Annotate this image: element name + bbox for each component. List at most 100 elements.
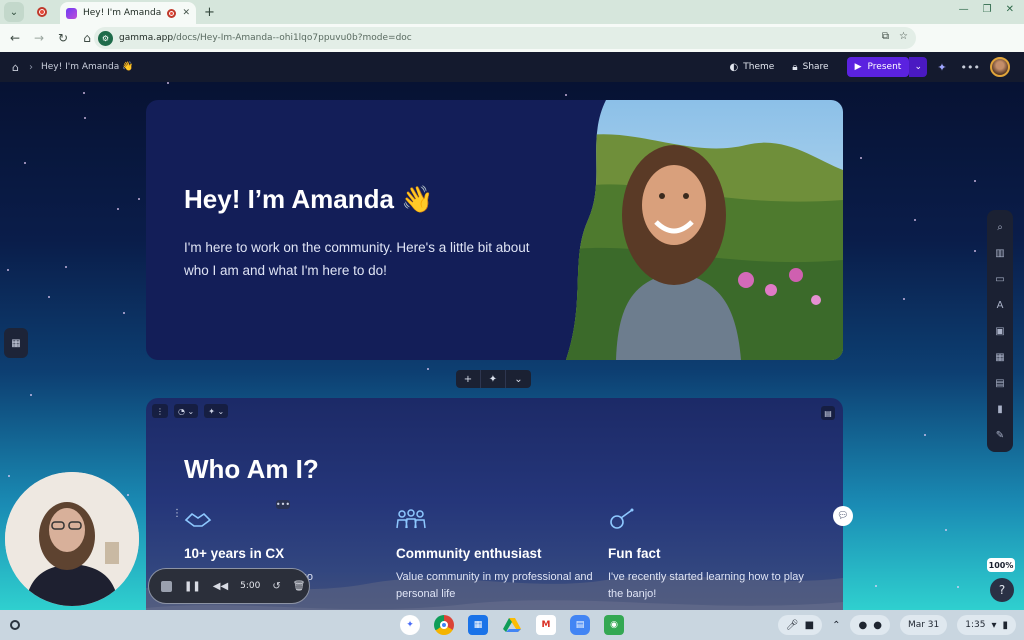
browser-tabstrip: ⌄ Hey! I'm Amanda 👋 ✕ + — ❐ ✕: [0, 0, 1024, 24]
cast-icon[interactable]: ⧉: [882, 31, 889, 42]
site-info-icon[interactable]: ⚙: [98, 30, 113, 46]
launcher-icon[interactable]: [10, 620, 20, 630]
reload-icon[interactable]: ↻: [52, 31, 74, 45]
star-dot: [84, 117, 86, 119]
media-tray[interactable]: 🎤︎ ■: [777, 615, 823, 635]
battery-icon: ▮: [1002, 619, 1008, 631]
chart-icon[interactable]: ▮: [992, 400, 1008, 418]
recording-timer: 5:00: [240, 581, 261, 591]
pinned-apps: ✦ ▦ M ▤ ◉: [400, 615, 624, 635]
star-dot: [427, 368, 429, 370]
webcam-bubble[interactable]: [5, 472, 139, 606]
block-drag-icon[interactable]: ⋮: [172, 508, 182, 519]
insert-rail: ⌕ ▥ ▭ A ▣ ▦ ▤ ▮ ✎: [987, 210, 1013, 452]
block-more-icon[interactable]: •••: [276, 500, 290, 509]
clock-pill[interactable]: 1:35 ▾ ▮: [957, 615, 1016, 635]
star-dot: [24, 162, 26, 164]
recording-icon: [37, 7, 47, 17]
card-ai-icon[interactable]: ✦ ⌄: [204, 404, 229, 418]
assistant-icon[interactable]: ✦: [400, 615, 420, 635]
card-panel-toggle[interactable]: ▦: [4, 328, 28, 358]
star-dot: [903, 298, 905, 300]
comment-icon[interactable]: 💬︎: [833, 506, 853, 526]
chevron-down-icon[interactable]: ⌄: [506, 370, 531, 388]
share-button[interactable]: 🔒︎ Share: [792, 62, 828, 73]
zoom-level[interactable]: 100%: [987, 558, 1015, 572]
card-icon[interactable]: ▭: [992, 270, 1008, 288]
url-bar[interactable]: ⚙ gamma.app/docs/Hey-Im-Amanda--ohi1lqo7…: [94, 27, 916, 49]
draw-icon[interactable]: ✎: [992, 426, 1008, 444]
chevron-right-icon: ›: [28, 61, 33, 73]
embed-icon[interactable]: ▤: [992, 374, 1008, 392]
star-dot: [30, 394, 32, 396]
stop-icon[interactable]: [161, 580, 172, 592]
column-body: I've recently started learning how to pl…: [608, 571, 804, 600]
ai-sparkle-icon[interactable]: ✦: [937, 61, 946, 74]
files-icon[interactable]: ▤: [570, 615, 590, 635]
new-tab-button[interactable]: +: [204, 5, 215, 20]
banjo-icon: [610, 508, 634, 529]
drive-icon[interactable]: [502, 615, 522, 635]
star-dot: [65, 266, 67, 268]
layout-icon[interactable]: ▦: [992, 348, 1008, 366]
text-icon[interactable]: A: [992, 296, 1008, 314]
ai-add-icon[interactable]: ✦: [481, 370, 506, 388]
pinned-tab[interactable]: [30, 2, 54, 22]
people-icon: [396, 509, 426, 529]
star-dot: [914, 219, 916, 221]
help-button[interactable]: ?: [990, 578, 1014, 602]
trash-icon[interactable]: 🗑︎: [293, 581, 306, 592]
gamma-favicon-icon: [66, 7, 77, 19]
active-tab[interactable]: Hey! I'm Amanda 👋 ✕: [60, 2, 196, 24]
pause-icon[interactable]: ❚❚: [184, 581, 201, 592]
card-drag-handle-icon[interactable]: ⋮: [152, 404, 168, 418]
doc-canvas: Hey! I’m Amanda 👋 I'm here to work on th…: [0, 82, 1024, 610]
minimize-icon[interactable]: —: [959, 4, 969, 15]
add-card-icon[interactable]: +: [456, 370, 481, 388]
lock-icon: 🔒︎: [792, 61, 798, 73]
calendar-icon[interactable]: ▦: [468, 615, 488, 635]
status-tray[interactable]: ● ●: [850, 615, 890, 635]
gmail-icon[interactable]: M: [536, 615, 556, 635]
window-close-icon[interactable]: ✕: [1006, 4, 1014, 15]
breadcrumb[interactable]: Hey! I'm Amanda 👋: [41, 62, 133, 72]
gamma-header: ⌂ › Hey! I'm Amanda 👋 ◐ Theme 🔒︎ Share ▶ Pr…: [0, 52, 1024, 82]
camera-icon: ■: [804, 619, 815, 631]
home-icon[interactable]: ⌂: [12, 61, 19, 74]
hero-card[interactable]: Hey! I’m Amanda 👋 I'm here to work on th…: [146, 100, 843, 360]
restore-icon[interactable]: ❐: [983, 4, 992, 15]
handshake-icon: [184, 512, 212, 527]
rewind-icon[interactable]: ◀◀: [213, 581, 228, 592]
search-icon[interactable]: ⌕: [992, 218, 1008, 236]
about-column: Fun fact I've recently started learning …: [608, 508, 808, 603]
back-arrow-icon[interactable]: ←: [4, 31, 26, 45]
avatar[interactable]: [990, 57, 1010, 77]
bookmark-star-icon[interactable]: ☆: [899, 31, 908, 42]
star-dot: [117, 208, 119, 210]
present-dropdown-button[interactable]: ⌄: [909, 57, 928, 77]
star-dot: [565, 94, 567, 96]
card-insert-toolbar: + ✦ ⌄: [456, 370, 531, 388]
hero-body: I'm here to work on the community. Here'…: [184, 240, 530, 278]
star-dot: [957, 586, 959, 588]
date-pill[interactable]: Mar 31: [899, 615, 948, 635]
status-icon: ●: [858, 619, 868, 631]
photos-icon[interactable]: ◉: [604, 615, 624, 635]
templates-icon[interactable]: ▥: [992, 244, 1008, 262]
restart-icon[interactable]: ↺: [272, 581, 280, 592]
wifi-icon: ▾: [991, 619, 997, 631]
theme-button[interactable]: ◐ Theme: [730, 62, 775, 73]
close-icon[interactable]: ✕: [182, 8, 190, 18]
star-dot: [127, 494, 129, 496]
tab-search-button[interactable]: ⌄: [4, 2, 24, 22]
forward-arrow-icon[interactable]: →: [28, 31, 50, 45]
chevron-up-icon[interactable]: ⌃: [832, 620, 840, 631]
image-icon[interactable]: ▣: [992, 322, 1008, 340]
present-button[interactable]: ▶ Present: [846, 57, 910, 77]
card-style-icon[interactable]: ◔ ⌄: [174, 404, 199, 418]
more-options-icon[interactable]: •••: [961, 61, 980, 74]
column-heading: 10+ years in CX: [184, 546, 285, 561]
screen-recorder-controls: ❚❚ ◀◀ 5:00 ↺ 🗑︎: [148, 568, 310, 604]
chrome-icon[interactable]: [434, 615, 454, 635]
card-layout-icon[interactable]: ▤: [821, 406, 835, 420]
